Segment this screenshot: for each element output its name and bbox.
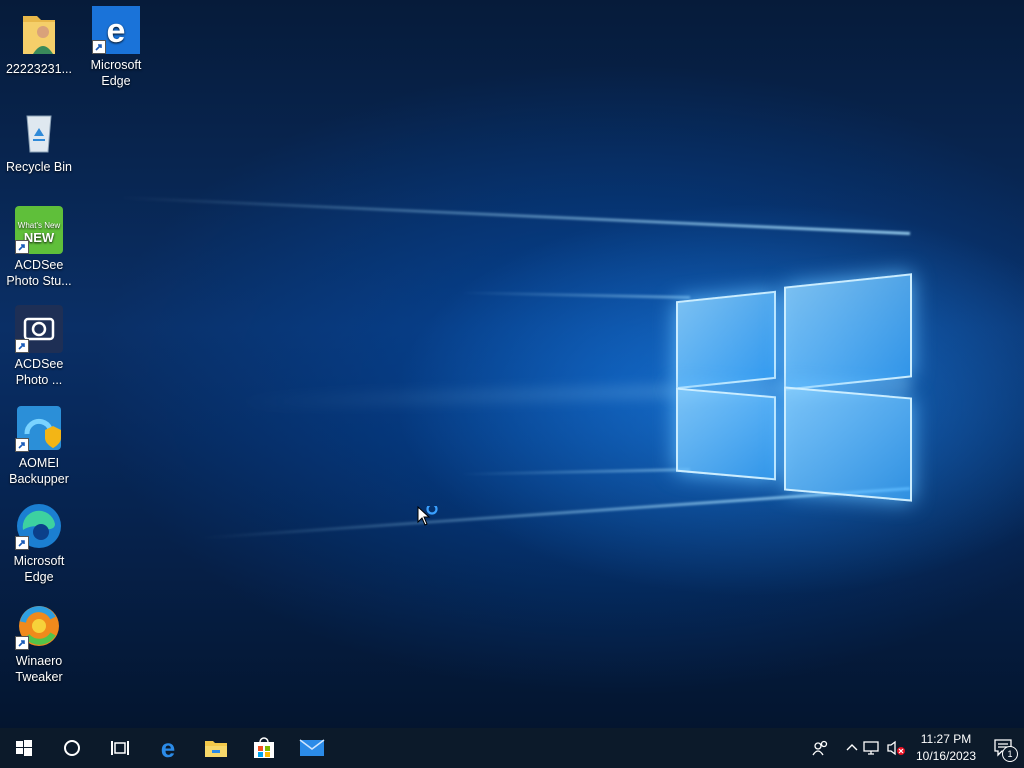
desktop-icon-acdsee-photo-studio[interactable]: What's New NEW ACDSee Photo Stu... (1, 206, 77, 289)
file-explorer-icon (205, 741, 227, 757)
light-beam (120, 196, 911, 235)
network-button[interactable] (860, 728, 884, 768)
windows-logo-pane (784, 273, 912, 391)
taskbar: e 11:27 PM 10/16/2023 1 (0, 728, 1024, 768)
action-center-button[interactable]: 1 (984, 728, 1024, 768)
task-view-button[interactable] (96, 728, 144, 768)
acdsee-whats-new-icon: What's New NEW (15, 206, 63, 254)
cortana-button[interactable] (48, 728, 96, 768)
taskbar-store-button[interactable] (240, 728, 288, 768)
network-icon (863, 741, 879, 755)
light-beam (201, 487, 911, 540)
taskbar-file-explorer-button[interactable] (192, 728, 240, 768)
task-view-icon (111, 741, 129, 755)
desktop-icon-label: Microsoft Edge (13, 554, 65, 584)
acdsee-camera-icon (15, 305, 63, 353)
desktop-icon-acdsee-photo[interactable]: ACDSee Photo ... (1, 305, 77, 388)
edge-legacy-icon: e (161, 736, 175, 760)
desktop-icon-label: ACDSee Photo Stu... (6, 258, 72, 288)
windows-logo-pane (676, 387, 776, 481)
svg-text:e: e (161, 736, 175, 760)
desktop-icon-folder[interactable]: 22223231... (1, 10, 77, 77)
desktop-icon-aomei-backupper[interactable]: AOMEI Backupper (1, 404, 77, 487)
desktop-icon-label: Winaero Tweaker (15, 654, 63, 684)
show-hidden-icons-button[interactable] (844, 728, 860, 768)
mail-icon (299, 739, 325, 756)
clock-time: 11:27 PM (920, 732, 972, 746)
recycle-bin-icon (15, 108, 63, 156)
busy-cursor-icon (417, 503, 441, 533)
volume-button[interactable] (884, 728, 908, 768)
notification-count-badge: 1 (1002, 746, 1018, 762)
clock-date: 10/16/2023 (915, 749, 977, 763)
shortcut-arrow-icon (15, 339, 29, 353)
windows-logo-pane (676, 290, 776, 390)
desktop-icon-label: Microsoft Edge (90, 58, 142, 88)
volume-muted-icon (887, 740, 905, 756)
user-folder-icon (15, 10, 63, 58)
aomei-backupper-icon (15, 404, 63, 452)
start-icon (16, 740, 32, 756)
light-beam (460, 468, 691, 476)
desktop-icon-recycle-bin[interactable]: Recycle Bin (1, 108, 77, 175)
shortcut-arrow-icon (15, 240, 29, 254)
shortcut-arrow-icon (15, 636, 29, 650)
taskbar-mail-button[interactable] (288, 728, 336, 768)
desktop-icon-label: Recycle Bin (6, 160, 72, 174)
edge-legacy-icon: e (92, 6, 140, 54)
store-icon (254, 737, 274, 758)
desktop-icon-edge[interactable]: Microsoft Edge (1, 502, 77, 585)
cortana-icon (64, 740, 80, 756)
clock[interactable]: 11:27 PM 10/16/2023 (908, 731, 984, 765)
desktop-icon-label: 22223231... (5, 62, 73, 76)
edge-icon (15, 502, 63, 550)
shortcut-arrow-icon (92, 40, 106, 54)
people-button[interactable] (806, 728, 836, 768)
desktop-icon-edge-legacy[interactable]: e Microsoft Edge (78, 6, 154, 89)
windows-logo-pane (784, 386, 912, 502)
chevron-up-icon (846, 744, 858, 751)
desktop-wallpaper[interactable]: 22223231... e Microsoft Edge Recycle Bin (0, 0, 1024, 728)
people-icon (812, 740, 828, 756)
desktop-icon-label: ACDSee Photo ... (14, 357, 64, 387)
desktop-icon-winaero-tweaker[interactable]: Winaero Tweaker (1, 602, 77, 685)
light-beam (460, 291, 691, 299)
winaero-tweaker-icon (15, 602, 63, 650)
shortcut-arrow-icon (15, 536, 29, 550)
taskbar-edge-legacy-button[interactable]: e (144, 728, 192, 768)
shortcut-arrow-icon (15, 438, 29, 452)
whats-new-text: What's New (18, 221, 61, 230)
svg-text:e: e (107, 12, 126, 50)
desktop-icon-label: AOMEI Backupper (9, 456, 69, 486)
start-button[interactable] (0, 728, 48, 768)
